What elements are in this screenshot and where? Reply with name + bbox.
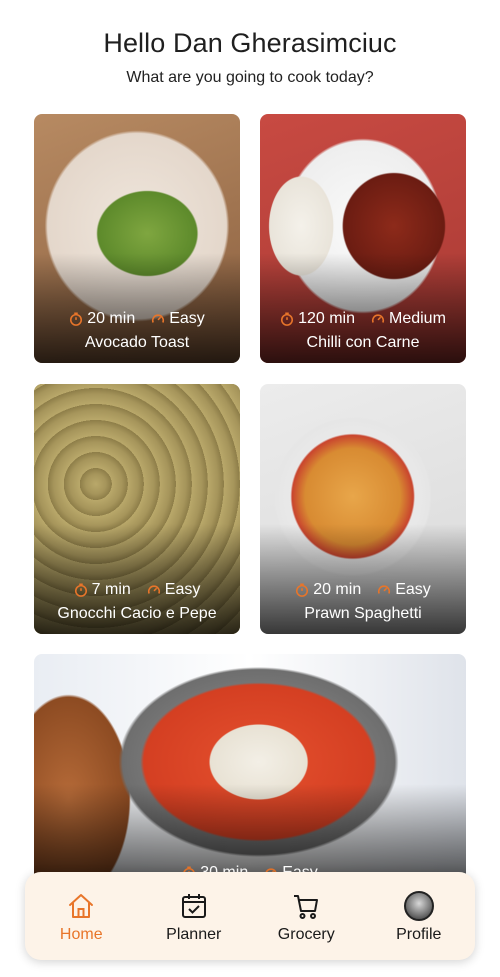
gauge-icon xyxy=(152,314,165,323)
timer-icon xyxy=(296,583,309,597)
recipe-meta: 20 min Easy xyxy=(260,581,466,599)
recipe-difficulty: Medium xyxy=(389,310,446,327)
nav-grocery[interactable]: Grocery xyxy=(250,872,363,960)
recipe-card-chilli-con-carne[interactable]: 120 min Medium Chilli con Carne xyxy=(260,114,466,363)
home-icon xyxy=(65,890,97,922)
avatar xyxy=(403,891,434,921)
calendar-check-icon xyxy=(178,890,210,922)
gauge-icon xyxy=(371,314,385,323)
cart-icon xyxy=(290,890,322,922)
gauge-icon xyxy=(378,585,391,594)
recipe-difficulty: Easy xyxy=(169,310,205,327)
recipe-time: 7 min xyxy=(91,581,131,598)
recipe-card-avocado-toast[interactable]: 20 min Easy Avocado Toast xyxy=(34,114,240,363)
recipe-title: Gnocchi Cacio e Pepe xyxy=(57,605,217,622)
timer-icon xyxy=(74,583,87,597)
recipe-title: Prawn Spaghetti xyxy=(304,605,422,622)
header: Hello Dan Gherasimciuc What are you goin… xyxy=(0,0,500,87)
greeting-subtitle: What are you going to cook today? xyxy=(126,69,374,86)
gauge-icon xyxy=(147,585,160,594)
recipe-time: 20 min xyxy=(87,310,136,327)
recipe-time: 120 min xyxy=(298,310,355,327)
timer-icon xyxy=(281,312,294,326)
nav-home[interactable]: Home xyxy=(25,872,138,960)
nav-planner[interactable]: Planner xyxy=(138,872,251,960)
recipe-card-tomato-soup[interactable]: 30 min Easy xyxy=(34,654,466,894)
timer-icon xyxy=(70,312,83,326)
greeting-title: Hello Dan Gherasimciuc xyxy=(103,28,397,58)
recipe-card-prawn-spaghetti[interactable]: 20 min Easy Prawn Spaghetti xyxy=(260,384,466,634)
recipe-title: Chilli con Carne xyxy=(306,334,420,351)
nav-planner-label: Planner xyxy=(166,926,222,943)
recipe-meta: 7 min Easy xyxy=(34,581,240,599)
nav-profile-label: Profile xyxy=(396,926,442,943)
recipe-card-gnocchi-cacio-e-pepe[interactable]: 7 min Easy Gnocchi Cacio e Pepe xyxy=(34,384,240,634)
bottom-nav: Home Planner Grocery Profile xyxy=(25,872,475,960)
nav-profile[interactable]: Profile xyxy=(363,872,476,960)
recipe-meta: 20 min Easy xyxy=(34,310,240,328)
recipe-title: Avocado Toast xyxy=(84,334,190,351)
recipe-difficulty: Easy xyxy=(395,581,431,598)
recipe-meta: 120 min Medium xyxy=(260,310,466,328)
nav-home-label: Home xyxy=(59,926,103,943)
recipe-difficulty: Easy xyxy=(164,581,201,598)
recipe-time: 20 min xyxy=(313,581,362,598)
nav-grocery-label: Grocery xyxy=(277,926,335,943)
